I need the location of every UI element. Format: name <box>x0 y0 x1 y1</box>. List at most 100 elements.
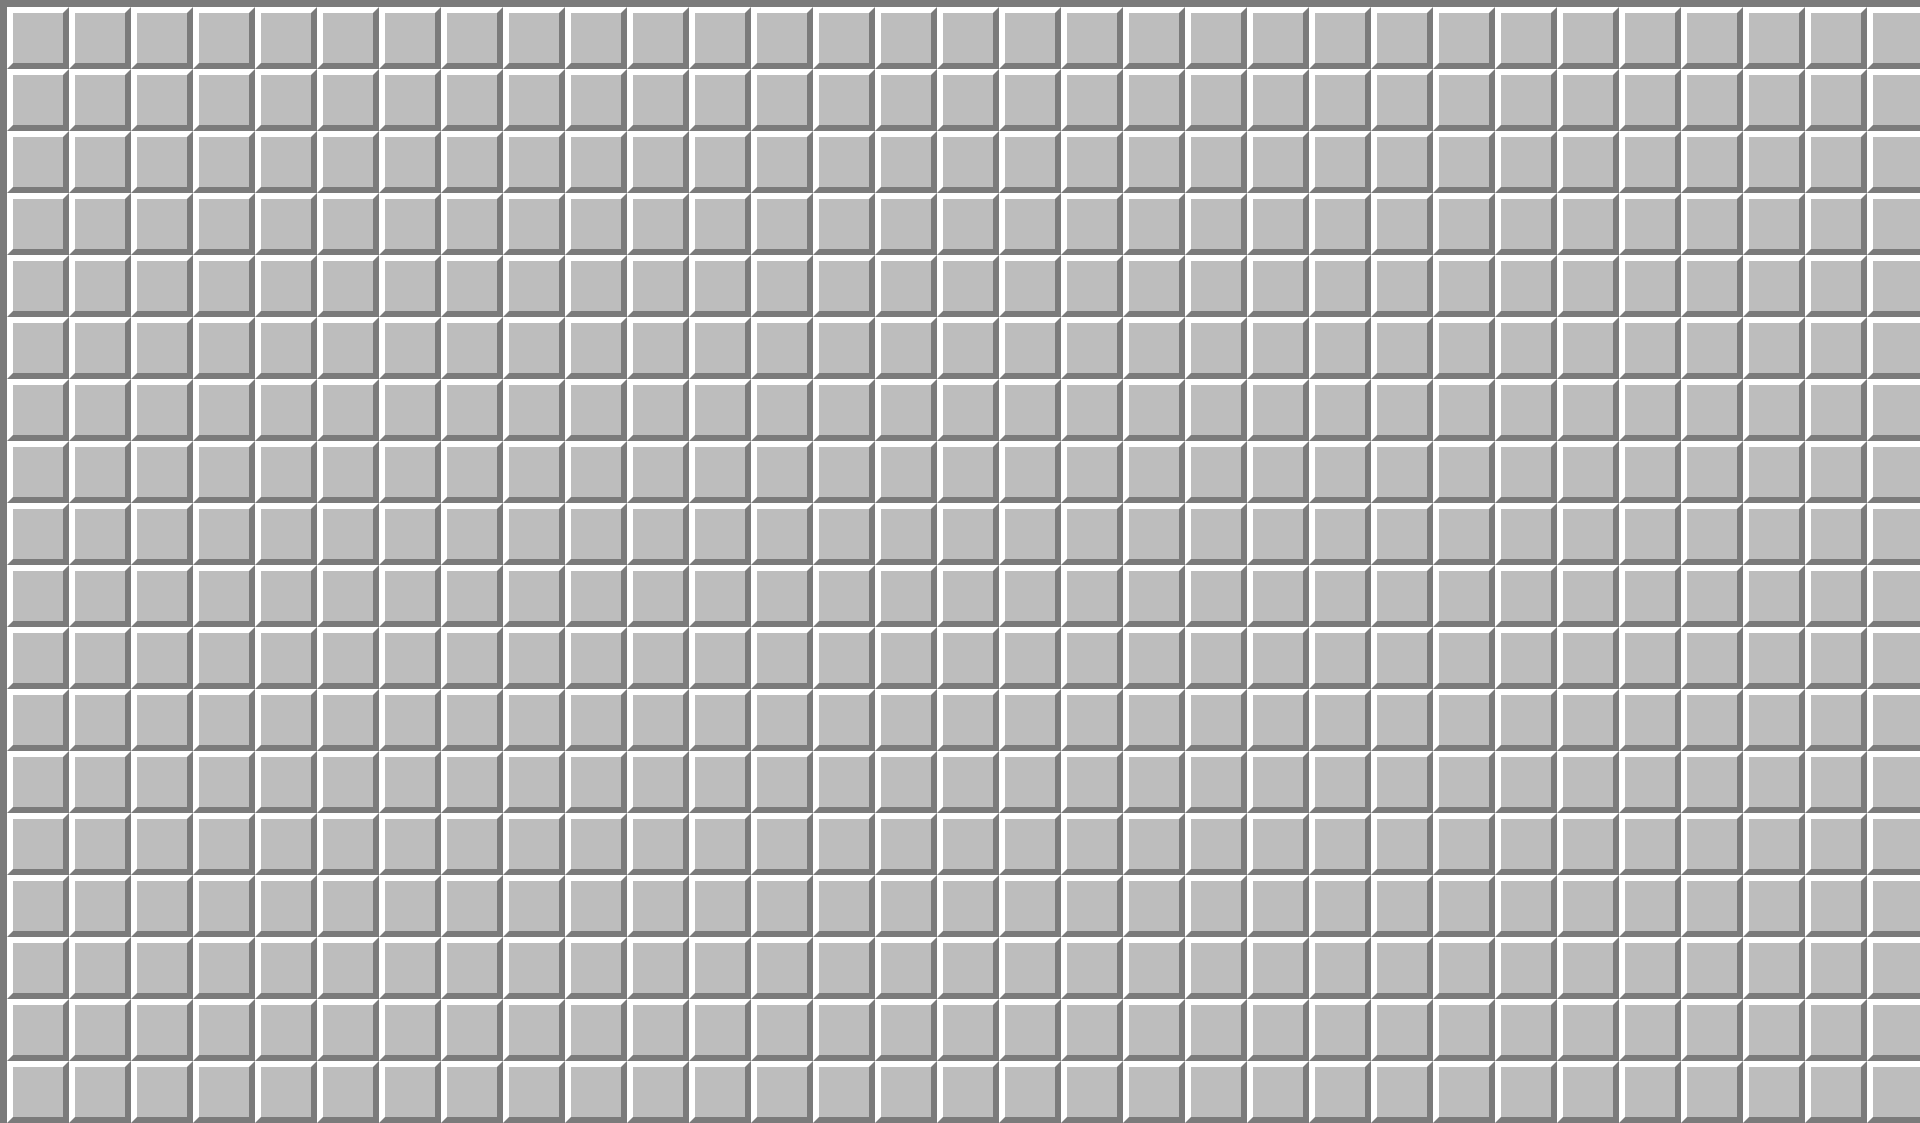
covered-cell[interactable] <box>1123 441 1185 503</box>
covered-cell[interactable] <box>1805 1061 1867 1123</box>
covered-cell[interactable] <box>1557 565 1619 627</box>
covered-cell[interactable] <box>689 937 751 999</box>
covered-cell[interactable] <box>627 813 689 875</box>
covered-cell[interactable] <box>627 69 689 131</box>
covered-cell[interactable] <box>1123 7 1185 69</box>
covered-cell[interactable] <box>1185 317 1247 379</box>
covered-cell[interactable] <box>69 937 131 999</box>
covered-cell[interactable] <box>441 255 503 317</box>
covered-cell[interactable] <box>875 69 937 131</box>
covered-cell[interactable] <box>1495 317 1557 379</box>
covered-cell[interactable] <box>131 937 193 999</box>
covered-cell[interactable] <box>813 999 875 1061</box>
covered-cell[interactable] <box>937 131 999 193</box>
covered-cell[interactable] <box>751 503 813 565</box>
covered-cell[interactable] <box>131 193 193 255</box>
covered-cell[interactable] <box>1185 751 1247 813</box>
covered-cell[interactable] <box>255 317 317 379</box>
covered-cell[interactable] <box>1495 1061 1557 1123</box>
covered-cell[interactable] <box>1123 317 1185 379</box>
covered-cell[interactable] <box>1309 193 1371 255</box>
covered-cell[interactable] <box>813 317 875 379</box>
covered-cell[interactable] <box>1371 627 1433 689</box>
covered-cell[interactable] <box>441 379 503 441</box>
covered-cell[interactable] <box>627 689 689 751</box>
covered-cell[interactable] <box>131 689 193 751</box>
covered-cell[interactable] <box>565 1061 627 1123</box>
covered-cell[interactable] <box>999 937 1061 999</box>
covered-cell[interactable] <box>1681 193 1743 255</box>
covered-cell[interactable] <box>1371 131 1433 193</box>
covered-cell[interactable] <box>1681 69 1743 131</box>
covered-cell[interactable] <box>379 441 441 503</box>
covered-cell[interactable] <box>7 1061 69 1123</box>
covered-cell[interactable] <box>1309 379 1371 441</box>
covered-cell[interactable] <box>1619 751 1681 813</box>
covered-cell[interactable] <box>937 751 999 813</box>
covered-cell[interactable] <box>7 751 69 813</box>
covered-cell[interactable] <box>999 875 1061 937</box>
covered-cell[interactable] <box>1433 751 1495 813</box>
covered-cell[interactable] <box>1805 565 1867 627</box>
covered-cell[interactable] <box>1619 379 1681 441</box>
covered-cell[interactable] <box>1309 441 1371 503</box>
covered-cell[interactable] <box>1185 689 1247 751</box>
covered-cell[interactable] <box>689 379 751 441</box>
covered-cell[interactable] <box>565 503 627 565</box>
covered-cell[interactable] <box>1433 689 1495 751</box>
covered-cell[interactable] <box>317 503 379 565</box>
covered-cell[interactable] <box>1061 875 1123 937</box>
covered-cell[interactable] <box>627 999 689 1061</box>
covered-cell[interactable] <box>689 689 751 751</box>
covered-cell[interactable] <box>1309 131 1371 193</box>
covered-cell[interactable] <box>1681 937 1743 999</box>
covered-cell[interactable] <box>441 131 503 193</box>
covered-cell[interactable] <box>1743 441 1805 503</box>
covered-cell[interactable] <box>751 255 813 317</box>
covered-cell[interactable] <box>193 813 255 875</box>
covered-cell[interactable] <box>69 999 131 1061</box>
covered-cell[interactable] <box>751 999 813 1061</box>
covered-cell[interactable] <box>379 689 441 751</box>
covered-cell[interactable] <box>255 441 317 503</box>
covered-cell[interactable] <box>441 7 503 69</box>
covered-cell[interactable] <box>565 751 627 813</box>
covered-cell[interactable] <box>441 1061 503 1123</box>
covered-cell[interactable] <box>7 565 69 627</box>
covered-cell[interactable] <box>999 689 1061 751</box>
covered-cell[interactable] <box>875 379 937 441</box>
covered-cell[interactable] <box>627 1061 689 1123</box>
covered-cell[interactable] <box>813 751 875 813</box>
covered-cell[interactable] <box>1433 193 1495 255</box>
covered-cell[interactable] <box>1557 751 1619 813</box>
covered-cell[interactable] <box>627 317 689 379</box>
covered-cell[interactable] <box>255 565 317 627</box>
covered-cell[interactable] <box>751 193 813 255</box>
covered-cell[interactable] <box>1433 565 1495 627</box>
covered-cell[interactable] <box>69 193 131 255</box>
covered-cell[interactable] <box>1433 937 1495 999</box>
covered-cell[interactable] <box>379 751 441 813</box>
covered-cell[interactable] <box>627 937 689 999</box>
covered-cell[interactable] <box>751 441 813 503</box>
covered-cell[interactable] <box>627 627 689 689</box>
covered-cell[interactable] <box>1743 193 1805 255</box>
covered-cell[interactable] <box>1867 7 1920 69</box>
covered-cell[interactable] <box>1743 131 1805 193</box>
covered-cell[interactable] <box>1681 131 1743 193</box>
covered-cell[interactable] <box>1061 689 1123 751</box>
covered-cell[interactable] <box>1123 193 1185 255</box>
covered-cell[interactable] <box>875 7 937 69</box>
covered-cell[interactable] <box>69 379 131 441</box>
covered-cell[interactable] <box>69 565 131 627</box>
covered-cell[interactable] <box>7 131 69 193</box>
covered-cell[interactable] <box>69 689 131 751</box>
covered-cell[interactable] <box>627 255 689 317</box>
covered-cell[interactable] <box>255 255 317 317</box>
covered-cell[interactable] <box>1681 875 1743 937</box>
covered-cell[interactable] <box>1371 379 1433 441</box>
covered-cell[interactable] <box>813 69 875 131</box>
covered-cell[interactable] <box>503 751 565 813</box>
covered-cell[interactable] <box>689 317 751 379</box>
covered-cell[interactable] <box>1805 751 1867 813</box>
